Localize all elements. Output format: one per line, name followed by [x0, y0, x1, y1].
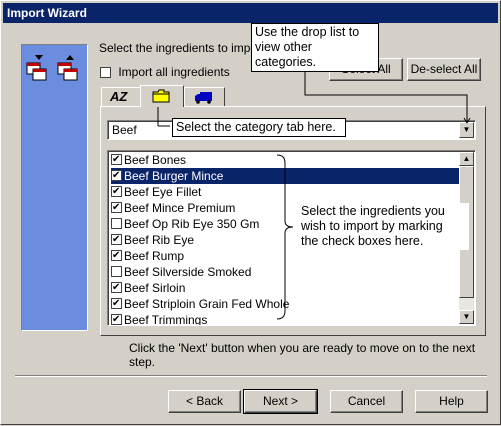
scroll-up-button[interactable]: ▲ [459, 152, 474, 166]
category-tab-callout: Select the category tab here. [172, 118, 346, 137]
import-wizard-window: Import Wizard Select the ingredients to … [0, 0, 501, 425]
ingredient-row[interactable]: Beef Eye Fillet [111, 184, 205, 200]
ingredient-label: Beef Silverside Smoked [124, 265, 252, 279]
ingredient-label: Beef Eye Fillet [124, 185, 202, 199]
ingredient-label: Beef Bones [124, 153, 187, 167]
checkbox-callout: Select the ingredients you wish to impor… [297, 203, 469, 250]
ingredient-label: Beef Sirloin [124, 281, 186, 295]
import-all-checkbox[interactable] [100, 67, 111, 79]
combo-dropdown-button[interactable]: ▼ [459, 122, 474, 138]
ingredient-row[interactable]: Beef Burger Mince [111, 168, 463, 184]
ingredient-checkbox[interactable] [111, 168, 122, 184]
instruction-text: Select the ingredients to import. [99, 41, 268, 55]
footer-divider [15, 375, 487, 377]
deselect-all-label: De-select All [410, 62, 478, 76]
ingredient-label: Beef Burger Mince [124, 169, 224, 183]
ingredient-checkbox[interactable] [111, 200, 122, 216]
ingredient-label: Beef Trimmings [124, 313, 208, 326]
scroll-down-icon: ▼ [462, 312, 471, 321]
import-all-row[interactable]: Import all ingredients [100, 65, 230, 79]
ingredient-label: Beef Rib Eye [124, 233, 195, 247]
category-select-value: Beef [112, 123, 137, 137]
ingredient-checkbox[interactable] [111, 296, 122, 312]
ingredient-row[interactable]: Beef Mince Premium [111, 200, 239, 216]
import-all-label: Import all ingredients [118, 65, 230, 79]
ingredient-label: Beef Op Rib Eye 350 Gm [124, 217, 260, 231]
ingredient-row[interactable]: Beef Trimmings [111, 312, 211, 326]
tab-supplier[interactable] [184, 87, 225, 106]
droplist-callout-line1: Use the drop list to [255, 25, 360, 39]
folder-icon [152, 89, 170, 103]
category-tab-callout-text: Select the category tab here. [176, 120, 336, 134]
az-sort-icon: AZ [110, 89, 128, 104]
ingredient-label: Beef Rump [124, 249, 185, 263]
cancel-button[interactable]: Cancel [330, 390, 403, 413]
droplist-callout: Use the drop list to view other categori… [251, 23, 379, 72]
ingredient-label: Beef Mince Premium [124, 201, 236, 215]
chevron-down-icon: ▼ [462, 125, 471, 134]
droplist-callout-line2: view other categories. [255, 40, 317, 69]
help-button[interactable]: Help [415, 390, 488, 413]
wizard-side-panel [21, 44, 88, 331]
back-button-label: < Back [185, 394, 224, 408]
ingredient-checkbox[interactable] [111, 266, 122, 277]
ingredient-row[interactable]: Beef Striploin Grain Fed Whole [111, 296, 293, 312]
ingredient-row[interactable]: Beef Silverside Smoked [111, 264, 255, 280]
ingredient-row[interactable]: Beef Sirloin [111, 280, 189, 296]
cancel-button-label: Cancel [347, 394, 386, 408]
back-button[interactable]: < Back [168, 390, 241, 413]
ingredient-row[interactable]: Beef Rump [111, 248, 188, 264]
help-button-label: Help [439, 394, 464, 408]
import-tables-icon [57, 55, 78, 81]
checkbox-callout-line3: the check boxes here. [301, 234, 424, 248]
ingredient-checkbox[interactable] [111, 184, 122, 200]
next-button[interactable]: Next > [243, 389, 318, 414]
ingredient-checkbox[interactable] [111, 152, 122, 168]
deselect-all-button[interactable]: De-select All [407, 58, 481, 81]
ingredient-row[interactable]: Beef Op Rib Eye 350 Gm [111, 216, 263, 232]
ingredient-checkbox[interactable] [111, 232, 122, 248]
ingredient-checkbox[interactable] [111, 312, 122, 325]
ingredient-checkbox[interactable] [111, 280, 122, 296]
truck-icon [195, 92, 212, 104]
ingredient-row[interactable]: Beef Rib Eye [111, 232, 198, 248]
checkbox-callout-line1: Select the ingredients you [301, 204, 445, 218]
ingredient-label: Beef Striploin Grain Fed Whole [124, 297, 290, 311]
ingredient-checkbox[interactable] [111, 248, 122, 264]
wizard-graphic [26, 55, 78, 81]
tab-alphabetical[interactable]: AZ [101, 87, 141, 106]
next-step-hint: Click the 'Next' button when you are rea… [129, 341, 476, 369]
next-button-label: Next > [262, 394, 298, 408]
scroll-up-icon: ▲ [462, 154, 471, 163]
ingredient-row[interactable]: Beef Bones [111, 152, 190, 168]
window-title: Import Wizard [7, 6, 87, 20]
title-bar[interactable]: Import Wizard [3, 3, 498, 23]
scroll-down-button[interactable]: ▼ [459, 310, 474, 324]
checkbox-callout-line2: wish to import by marking [301, 219, 443, 233]
export-tables-icon [26, 55, 47, 81]
tab-category[interactable] [140, 85, 184, 107]
ingredient-checkbox[interactable] [111, 218, 122, 229]
